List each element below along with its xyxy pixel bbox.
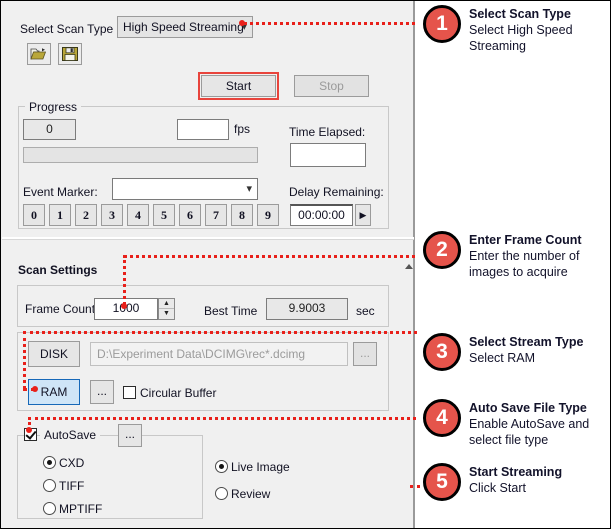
callout-title-3: Select Stream Type — [469, 335, 584, 349]
viewmode-radio-live-image[interactable] — [215, 460, 228, 473]
filetype-label-tiff: TIFF — [59, 479, 85, 493]
stepper-up-icon[interactable]: ▲ — [159, 299, 174, 309]
callout-text-4: Auto Save File Type Enable AutoSave and se… — [469, 400, 611, 448]
delay-remaining-readout: 00:00:00 — [290, 204, 353, 226]
callout-number-1: 1 — [423, 5, 461, 43]
circular-buffer-checkbox[interactable] — [123, 386, 136, 399]
callout-text-3: Select Stream Type Select RAM — [469, 334, 611, 366]
callout-number-2: 2 — [423, 231, 461, 269]
callout-number-4: 4 — [423, 399, 461, 437]
disk-path-input[interactable]: D:\Experiment Data\DCIMG\rec*.dcimg — [90, 342, 348, 366]
scan-type-value: High Speed Streaming — [123, 20, 244, 34]
fps-readout — [177, 119, 229, 140]
leader-line-1 — [243, 22, 423, 25]
disk-stream-button[interactable]: DISK — [28, 341, 80, 367]
best-time-readout: 9.9003 — [266, 298, 348, 320]
event-marker-button-7[interactable]: 7 — [205, 204, 227, 226]
best-time-unit-label: sec — [356, 304, 375, 318]
filetype-radio-mptiff[interactable] — [43, 502, 56, 515]
callout-text-2: Enter Frame Count Enter the number of imag… — [469, 232, 611, 280]
callout-number-5: 5 — [423, 463, 461, 501]
disk-browse-button[interactable]: ... — [353, 342, 377, 366]
frame-count-input[interactable]: 1000 — [94, 298, 158, 320]
callout-body-line1-2: Enter the number of — [469, 249, 580, 263]
leader-line-2-horizontal — [123, 255, 423, 258]
collapse-up-icon[interactable] — [405, 264, 413, 269]
application-panel: Select Scan Type High Speed Streaming ▾ … — [1, 1, 415, 528]
open-folder-icon — [30, 48, 47, 60]
callout-body-line2-4: select file type — [469, 433, 549, 447]
fps-label: fps — [234, 122, 251, 136]
viewmode-radio-review[interactable] — [215, 487, 228, 500]
time-elapsed-readout — [290, 143, 366, 167]
start-button[interactable]: Start — [201, 75, 276, 97]
time-elapsed-label: Time Elapsed: — [289, 125, 366, 139]
event-marker-button-1[interactable]: 1 — [49, 204, 71, 226]
save-file-button[interactable] — [58, 43, 82, 65]
event-marker-button-3[interactable]: 3 — [101, 204, 123, 226]
section-divider-line — [2, 239, 414, 240]
event-marker-button-6[interactable]: 6 — [179, 204, 201, 226]
leader-line-4-horizontal — [28, 417, 423, 420]
leader-line-2-vertical — [123, 255, 126, 305]
filetype-radio-tiff[interactable] — [43, 479, 56, 492]
callout-body-line2-2: images to acquire — [469, 265, 568, 279]
callout-title-5: Start Streaming — [469, 465, 563, 479]
stepper-down-icon[interactable]: ▼ — [159, 309, 174, 318]
circular-buffer-label: Circular Buffer — [140, 386, 217, 400]
filetype-radio-cxd[interactable] — [43, 456, 56, 469]
stop-button: Stop — [294, 75, 369, 97]
event-marker-label: Event Marker: — [23, 185, 98, 199]
autosave-label: AutoSave — [40, 428, 101, 442]
event-marker-dropdown[interactable]: ▾ — [112, 178, 258, 200]
autosave-browse-button[interactable]: ... — [118, 424, 142, 447]
callout-title-2: Enter Frame Count — [469, 233, 582, 247]
callout-text-1: Select Scan Type Select High Speed Streami… — [469, 6, 611, 54]
scan-type-label: Select Scan Type — [20, 22, 114, 36]
leader-line-5 — [410, 485, 420, 488]
event-marker-button-2[interactable]: 2 — [75, 204, 97, 226]
delay-remaining-label: Delay Remaining: — [289, 185, 384, 199]
callout-title-1: Select Scan Type — [469, 7, 571, 21]
best-time-label: Best Time — [204, 304, 258, 318]
progress-group-title: Progress — [25, 100, 82, 114]
ram-stream-button[interactable]: RAM — [28, 379, 80, 405]
frame-count-stepper[interactable]: ▲ ▼ — [158, 298, 175, 320]
event-marker-button-8[interactable]: 8 — [231, 204, 253, 226]
event-marker-button-9[interactable]: 9 — [257, 204, 279, 226]
filetype-label-mptiff: MPTIFF — [59, 502, 103, 516]
event-marker-button-5[interactable]: 5 — [153, 204, 175, 226]
event-marker-button-4[interactable]: 4 — [127, 204, 149, 226]
callout-text-5: Start Streaming Click Start — [469, 464, 611, 496]
callout-body-line1-4: Enable AutoSave and — [469, 417, 590, 431]
scan-settings-title: Scan Settings — [18, 263, 98, 277]
callout-title-4: Auto Save File Type — [469, 401, 587, 415]
progress-frame-count-readout: 0 — [23, 119, 76, 140]
progress-bar — [23, 147, 258, 163]
open-file-button[interactable] — [27, 43, 51, 65]
callout-body-line1-1: Select High Speed — [469, 23, 573, 37]
frame-count-label: Frame Count — [25, 302, 96, 316]
filetype-label-cxd: CXD — [59, 456, 85, 470]
chevron-down-icon: ▾ — [246, 183, 252, 195]
delay-play-button[interactable]: ▶ — [355, 204, 371, 226]
callout-body-line1-3: Select RAM — [469, 351, 535, 365]
viewmode-label-review: Review — [231, 487, 271, 501]
floppy-save-icon — [62, 47, 78, 61]
event-marker-button-0[interactable]: 0 — [23, 204, 45, 226]
callout-number-3: 3 — [423, 333, 461, 371]
viewmode-label-live-image: Live Image — [231, 460, 290, 474]
instruction-panel: 1 Select Scan Type Select High Speed Stream… — [417, 1, 610, 528]
leader-line-3-vertical — [23, 331, 26, 389]
callout-body-line2-1: Streaming — [469, 39, 526, 53]
leader-line-3-horizontal — [23, 331, 423, 334]
ram-browse-button[interactable]: ... — [90, 380, 114, 404]
callout-body-line1-5: Click Start — [469, 481, 526, 495]
scan-type-dropdown[interactable]: High Speed Streaming ▾ — [117, 16, 253, 38]
